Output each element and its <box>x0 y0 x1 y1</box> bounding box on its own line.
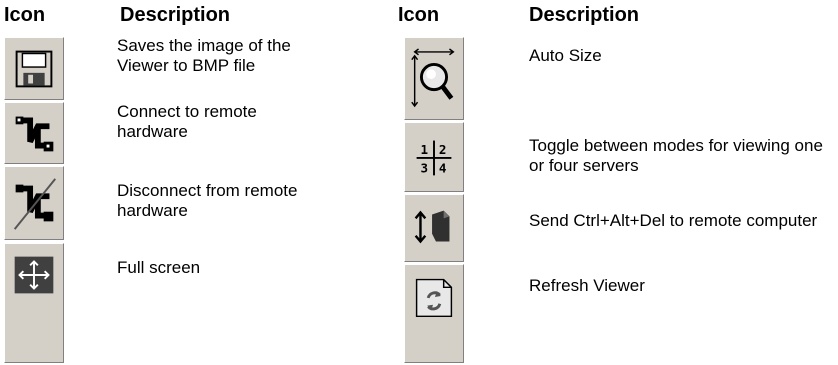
disconnect-button[interactable] <box>4 166 64 240</box>
connect-icon <box>5 103 63 163</box>
refresh-button[interactable] <box>404 264 464 363</box>
save-button[interactable] <box>4 37 64 100</box>
header-icon-right: Icon <box>398 4 440 26</box>
save-icon <box>5 38 63 99</box>
auto-size-description: Auto Size <box>529 46 602 65</box>
refresh-description: Refresh Viewer <box>529 276 645 295</box>
refresh-icon <box>405 265 463 327</box>
ctrl-alt-del-description: Send Ctrl+Alt+Del to remote computer <box>529 211 818 230</box>
ctrl-alt-del-icon <box>405 195 463 261</box>
toggle-modes-description: Toggle between modes for viewing one or … <box>529 136 823 175</box>
connect-button[interactable] <box>4 102 64 164</box>
full-screen-description: Full screen <box>117 258 201 277</box>
connect-description: Connect to remote hardware <box>117 102 257 141</box>
header-icon-left: Icon <box>4 4 46 26</box>
auto-size-button[interactable] <box>404 37 464 120</box>
header-description-left: Description <box>120 4 231 26</box>
svg-text:2: 2 <box>439 142 447 157</box>
header-description-right: Description <box>529 4 640 26</box>
svg-text:4: 4 <box>439 160 447 175</box>
save-description: Saves the image of the Viewer to BMP fil… <box>117 36 291 75</box>
full-screen-button[interactable] <box>4 243 64 363</box>
full-screen-icon <box>5 244 63 306</box>
svg-text:3: 3 <box>420 160 428 175</box>
svg-text:1: 1 <box>420 142 428 157</box>
disconnect-description: Disconnect from remote hardware <box>117 181 298 220</box>
disconnect-icon <box>5 167 63 239</box>
auto-size-icon <box>405 38 463 119</box>
ctrl-alt-del-button[interactable] <box>404 194 464 262</box>
toggle-modes-button[interactable]: 1 2 3 4 <box>404 122 464 192</box>
toggle-modes-icon: 1 2 3 4 <box>405 123 463 191</box>
